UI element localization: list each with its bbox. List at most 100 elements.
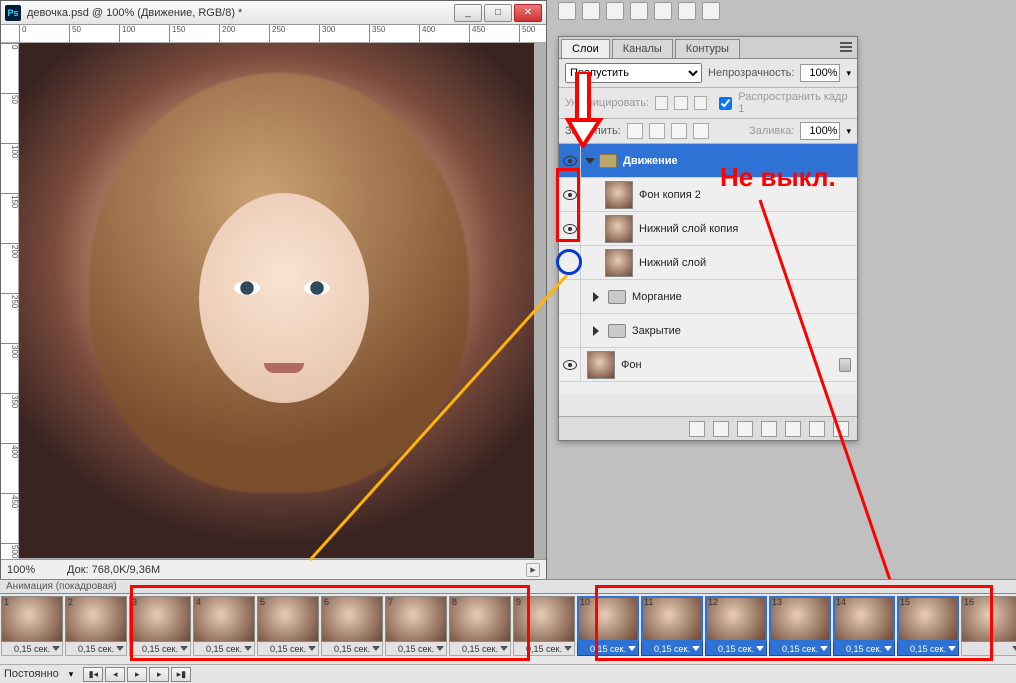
chevron-down-icon[interactable] <box>948 646 956 651</box>
chevron-down-icon[interactable]: ▾ <box>69 669 74 680</box>
chevron-down-icon[interactable]: ▾ <box>846 126 851 137</box>
animation-frame[interactable]: 150,15 сек. <box>897 596 959 656</box>
chevron-down-icon[interactable] <box>820 646 828 651</box>
statusbar-menu-icon[interactable]: ▸ <box>526 563 540 577</box>
frame-thumbnail[interactable] <box>1 596 63 642</box>
layer-name[interactable]: Моргание <box>632 291 682 303</box>
frame-thumbnail[interactable] <box>129 596 191 642</box>
disclosure-triangle-icon[interactable] <box>593 292 604 302</box>
frame-delay[interactable]: 0,15 сек. <box>897 642 959 656</box>
chevron-down-icon[interactable] <box>116 646 124 651</box>
play-button[interactable]: ▸ <box>127 667 147 682</box>
loop-mode[interactable]: Постоянно <box>4 668 59 680</box>
layer-thumbnail[interactable] <box>605 181 633 209</box>
frame-delay[interactable]: 0,15 сек. <box>641 642 703 656</box>
frame-delay[interactable]: 0,15 сек. <box>257 642 319 656</box>
chevron-down-icon[interactable] <box>756 646 764 651</box>
new-layer-icon[interactable] <box>809 421 825 437</box>
canvas[interactable] <box>19 43 546 559</box>
chevron-down-icon[interactable] <box>692 646 700 651</box>
layer-thumbnail[interactable] <box>587 351 615 379</box>
frame-delay[interactable]: 0,15 сек. <box>193 642 255 656</box>
animation-frame[interactable]: 10,15 сек. <box>1 596 63 656</box>
layer-name[interactable]: Фон копия 2 <box>639 189 701 201</box>
minimize-button[interactable]: _ <box>454 4 482 22</box>
frame-thumbnail[interactable] <box>513 596 575 642</box>
frame-thumbnail[interactable] <box>65 596 127 642</box>
chevron-down-icon[interactable]: ▾ <box>846 68 851 79</box>
lock-transparent-icon[interactable] <box>627 123 643 139</box>
tool-icon[interactable] <box>702 2 720 20</box>
animation-frame[interactable]: 40,15 сек. <box>193 596 255 656</box>
layer-thumbnail[interactable] <box>605 215 633 243</box>
visibility-toggle[interactable] <box>559 280 581 313</box>
layer-row[interactable]: Закрытие <box>559 314 857 348</box>
align-icon[interactable] <box>606 2 624 20</box>
frame-delay[interactable]: 0,15 сек. <box>769 642 831 656</box>
align-icon[interactable] <box>582 2 600 20</box>
animation-frame[interactable]: 90,15 сек. <box>513 596 575 656</box>
chevron-down-icon[interactable] <box>500 646 508 651</box>
frame-delay[interactable]: 0,15 сек. <box>65 642 127 656</box>
blend-mode-select[interactable]: Пропустить <box>565 63 702 83</box>
chevron-down-icon[interactable] <box>884 646 892 651</box>
frames-strip[interactable]: 10,15 сек.20,15 сек.30,15 сек.40,15 сек.… <box>0 594 1016 664</box>
frame-thumbnail[interactable] <box>321 596 383 642</box>
chevron-down-icon[interactable] <box>628 646 636 651</box>
layer-row[interactable]: Фон <box>559 348 857 382</box>
adjustment-icon[interactable] <box>761 421 777 437</box>
frame-delay[interactable]: 0,15 сек. <box>513 642 575 656</box>
visibility-toggle[interactable] <box>559 314 581 347</box>
frame-delay[interactable]: 0,15 сек. <box>705 642 767 656</box>
frame-delay[interactable]: 0,15 сек. <box>321 642 383 656</box>
frame-delay[interactable] <box>961 642 1016 656</box>
frame-delay[interactable]: 0,15 сек. <box>129 642 191 656</box>
panel-menu-icon[interactable] <box>837 39 855 55</box>
layer-thumbnail[interactable] <box>605 249 633 277</box>
tab-layers[interactable]: Слои <box>561 39 610 58</box>
animation-frame[interactable]: 130,15 сек. <box>769 596 831 656</box>
chevron-down-icon[interactable] <box>1012 646 1016 651</box>
first-frame-button[interactable]: ▮◂ <box>83 667 103 682</box>
frame-delay[interactable]: 0,15 сек. <box>385 642 447 656</box>
layer-name[interactable]: Фон <box>621 359 642 371</box>
chevron-down-icon[interactable] <box>180 646 188 651</box>
animation-frame[interactable]: 60,15 сек. <box>321 596 383 656</box>
disclosure-triangle-icon[interactable] <box>585 158 595 164</box>
align-icon[interactable] <box>558 2 576 20</box>
maximize-button[interactable]: □ <box>484 4 512 22</box>
layer-row[interactable]: Нижний слой <box>559 246 857 280</box>
ruler-horizontal[interactable]: 050100150200250300350400450500 <box>1 25 546 43</box>
next-frame-button[interactable]: ▸ <box>149 667 169 682</box>
link-icon[interactable] <box>689 421 705 437</box>
lock-all-icon[interactable] <box>693 123 709 139</box>
frame-delay[interactable]: 0,15 сек. <box>833 642 895 656</box>
close-button[interactable]: ✕ <box>514 4 542 22</box>
animation-frame[interactable]: 30,15 сек. <box>129 596 191 656</box>
chevron-down-icon[interactable] <box>564 646 572 651</box>
frame-delay[interactable]: 0,15 сек. <box>577 642 639 656</box>
tab-channels[interactable]: Каналы <box>612 39 673 58</box>
layer-name[interactable]: Закрытие <box>632 325 681 337</box>
chevron-down-icon[interactable] <box>372 646 380 651</box>
visibility-toggle[interactable] <box>559 246 581 279</box>
unify-style-icon[interactable] <box>694 96 707 110</box>
unify-visibility-icon[interactable] <box>674 96 687 110</box>
fill-field[interactable]: 100% <box>800 122 840 140</box>
frame-delay[interactable]: 0,15 сек. <box>1 642 63 656</box>
animation-frame[interactable]: 50,15 сек. <box>257 596 319 656</box>
ruler-vertical[interactable]: 050100150200250300350400450500 <box>1 43 19 559</box>
animation-frame[interactable]: 80,15 сек. <box>449 596 511 656</box>
animation-frame[interactable]: 110,15 сек. <box>641 596 703 656</box>
lock-position-icon[interactable] <box>671 123 687 139</box>
distribute-icon[interactable] <box>678 2 696 20</box>
frame-thumbnail[interactable] <box>385 596 447 642</box>
layer-name[interactable]: Нижний слой <box>639 257 706 269</box>
fx-icon[interactable] <box>713 421 729 437</box>
animation-frame[interactable]: 20,15 сек. <box>65 596 127 656</box>
animation-frame[interactable]: 16 <box>961 596 1016 656</box>
disclosure-triangle-icon[interactable] <box>593 326 604 336</box>
titlebar[interactable]: Ps девочка.psd @ 100% (Движение, RGB/8) … <box>1 1 546 25</box>
layer-name[interactable]: Нижний слой копия <box>639 223 738 235</box>
layer-name[interactable]: Движение <box>623 155 678 167</box>
